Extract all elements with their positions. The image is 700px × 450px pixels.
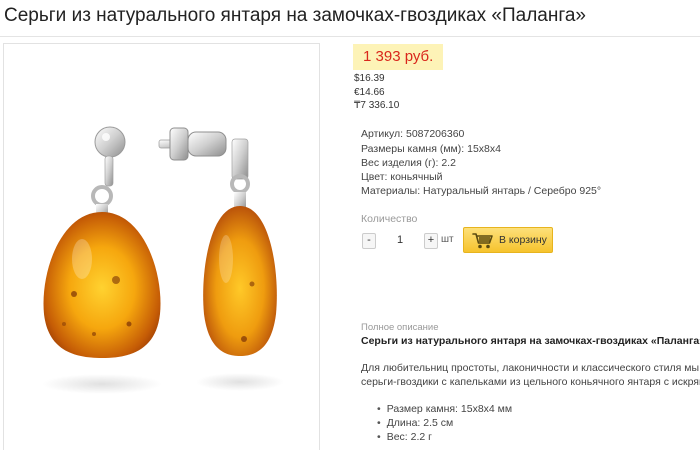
spec-stone-size: Размеры камня (мм): 15х8х4 (361, 143, 501, 155)
amber-earrings-image (42, 126, 284, 394)
description-bullet-list: Размер камня: 15х8х4 мм Длина: 2.5 см Ве… (377, 402, 512, 444)
title-divider (0, 36, 700, 37)
spec-color: Цвет: коньячный (361, 171, 443, 183)
quantity-increase-button[interactable]: + (424, 233, 438, 249)
description-text-line: Для любительниц простоты, лаконичности и… (361, 362, 700, 374)
quantity-input[interactable] (380, 232, 420, 248)
description-section-label[interactable]: Полное описание (361, 322, 439, 333)
shopping-cart-icon (472, 233, 493, 249)
price-kzt: ₸7 336.10 (354, 100, 400, 111)
add-to-cart-button[interactable]: В корзину (463, 227, 553, 253)
add-to-cart-label: В корзину (499, 234, 547, 246)
bullet-weight: Вес: 2.2 г (377, 430, 512, 444)
description-text-line: серьги-гвоздики с капельками из цельного… (361, 376, 700, 388)
page-title: Серьги из натурального янтаря на замочка… (4, 5, 586, 26)
quantity-unit: шт (441, 234, 454, 245)
product-photo[interactable] (3, 43, 320, 450)
price-eur: €14.66 (354, 87, 385, 98)
spec-weight: Вес изделия (г): 2.2 (361, 157, 456, 169)
description-title: Серьги из натурального янтаря на замочка… (361, 335, 700, 347)
spec-materials: Материалы: Натуральный янтарь / Серебро … (361, 185, 602, 197)
quantity-decrease-button[interactable]: - (362, 233, 376, 249)
price-badge: 1 393 руб. (353, 44, 444, 70)
bullet-stone-size: Размер камня: 15х8х4 мм (377, 402, 512, 416)
spec-article: Артикул: 5087206360 (361, 128, 465, 140)
price-usd: $16.39 (354, 73, 385, 84)
bullet-length: Длина: 2.5 см (377, 416, 512, 430)
quantity-label: Количество (361, 213, 418, 225)
